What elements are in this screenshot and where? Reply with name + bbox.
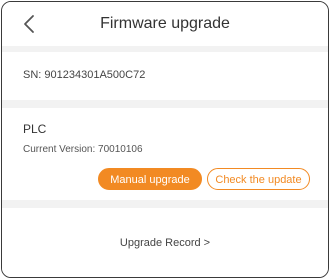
- firmware-upgrade-screen: Firmware upgrade SN: 901234301A500C72 PL…: [1, 1, 329, 278]
- serial-number: SN: 901234301A500C72: [23, 69, 145, 81]
- check-update-button[interactable]: Check the update: [207, 168, 310, 190]
- page-title: Firmware upgrade: [100, 15, 230, 32]
- manual-upgrade-button[interactable]: Manual upgrade: [98, 168, 202, 190]
- version-value: 70010106: [98, 144, 143, 155]
- header-bar: Firmware upgrade: [2, 2, 328, 46]
- serial-number-section: SN: 901234301A500C72: [2, 52, 328, 100]
- current-version: Current Version: 70010106: [23, 144, 143, 155]
- version-label: Current Version:: [23, 144, 96, 155]
- upgrade-record-section: Upgrade Record >: [2, 208, 328, 277]
- upgrade-record-link[interactable]: Upgrade Record >: [2, 237, 328, 249]
- plc-title: PLC: [23, 122, 47, 136]
- plc-section: PLC Current Version: 70010106 Manual upg…: [2, 108, 328, 200]
- sn-label: SN:: [23, 69, 42, 81]
- sn-value: 901234301A500C72: [44, 69, 146, 81]
